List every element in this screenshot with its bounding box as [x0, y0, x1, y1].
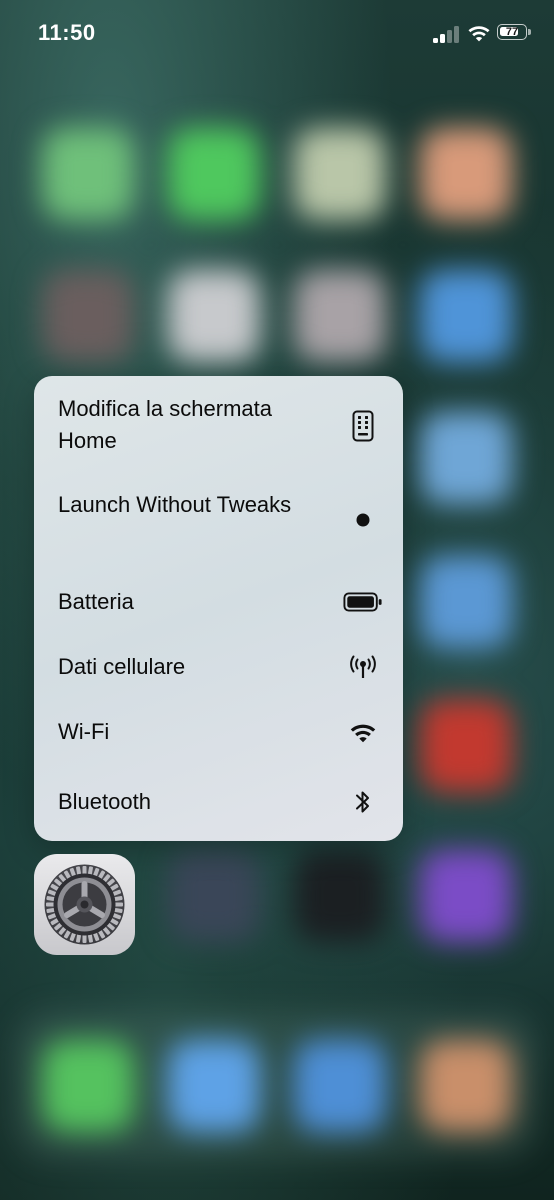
status-time: 11:50 [38, 20, 96, 45]
blurred-app [294, 850, 386, 942]
cellular-signal-icon [433, 25, 461, 43]
blurred-app [420, 128, 512, 220]
blurred-app [420, 270, 512, 362]
blurred-app [294, 270, 386, 362]
app-context-menu: Modifica la schermata Home Launch Withou… [34, 376, 403, 841]
menu-item-label: Bluetooth [58, 789, 151, 814]
settings-app-icon[interactable] [34, 854, 135, 955]
blurred-app [168, 850, 260, 942]
battery-percentage: 77 [505, 26, 519, 38]
blurred-app [168, 128, 260, 220]
blurred-app [420, 850, 512, 942]
signal-bar [447, 30, 452, 43]
blurred-app [294, 128, 386, 220]
menu-item-launch-without-tweaks[interactable]: Launch Without Tweaks [34, 476, 403, 572]
blurred-app [168, 270, 260, 362]
menu-item-label: Dati cellulare [58, 654, 186, 679]
blurred-dock-app [42, 1040, 134, 1132]
wifi-icon [343, 712, 383, 752]
dot-icon [343, 500, 383, 540]
home-screen-edit-icon [343, 406, 383, 446]
blurred-dock-app [294, 1040, 386, 1132]
menu-item-label: Launch Without Tweaks [58, 492, 292, 517]
menu-item-label: Batteria [58, 589, 134, 614]
blurred-dock-app [168, 1040, 260, 1132]
menu-item-edit-home-screen[interactable]: Modifica la schermata Home [34, 376, 403, 476]
battery-icon [343, 582, 383, 622]
signal-bar [440, 34, 445, 43]
menu-item-battery[interactable]: Batteria [34, 572, 403, 636]
bluetooth-icon [343, 782, 383, 822]
blurred-dock-app [420, 1040, 512, 1132]
battery-status-icon: 77 [497, 24, 533, 42]
blurred-app [420, 700, 512, 792]
blurred-app [42, 270, 134, 362]
battery-nub [528, 29, 531, 35]
blurred-app [420, 556, 512, 648]
menu-item-label: Modifica la schermata Home [58, 396, 272, 453]
blurred-app [420, 412, 512, 504]
signal-bar [433, 38, 438, 43]
cellular-antenna-icon [343, 647, 383, 687]
menu-item-label: Wi-Fi [58, 719, 110, 744]
settings-gear-icon [44, 864, 125, 945]
wifi-status-icon [468, 26, 490, 42]
menu-item-wifi[interactable]: Wi-Fi [34, 702, 403, 766]
menu-item-cellular-data[interactable]: Dati cellulare [34, 636, 403, 702]
blurred-app [42, 128, 134, 220]
menu-item-bluetooth[interactable]: Bluetooth [34, 766, 403, 841]
signal-bar [454, 26, 459, 43]
status-bar: 11:50 77 [0, 0, 554, 70]
